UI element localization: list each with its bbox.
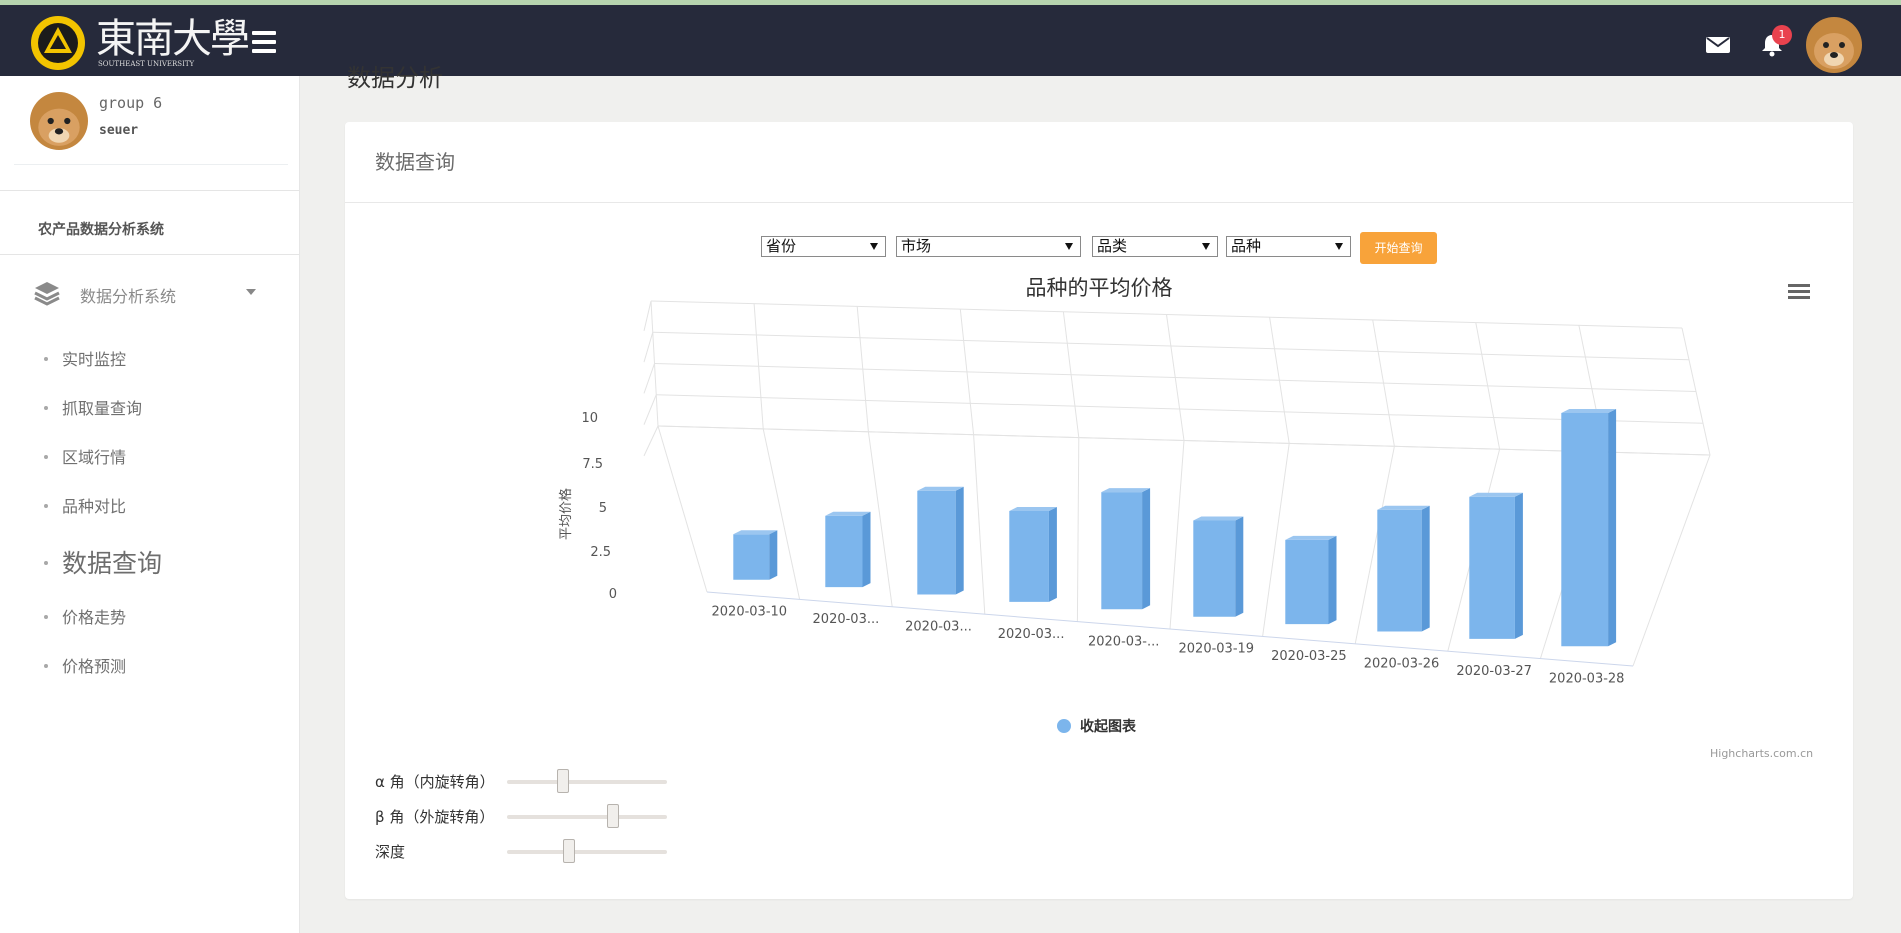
- bar[interactable]: [1193, 516, 1244, 617]
- sidebar-item-label: 数据查询: [62, 549, 163, 578]
- menu-label: 数据分析系统: [80, 287, 177, 306]
- sidebar-item-label: 区域行情: [62, 448, 127, 467]
- sidebar-item-realtime[interactable]: 实时监控: [44, 346, 126, 370]
- gridline: [657, 425, 1711, 456]
- x-tick-label: 2020-03-...: [1088, 634, 1159, 649]
- slider-thumb[interactable]: [563, 839, 576, 863]
- y-axis-label: 平均价格: [558, 488, 574, 540]
- bar[interactable]: [1561, 408, 1617, 647]
- bullet-icon: [44, 663, 48, 668]
- y-tick-label: 5: [599, 501, 607, 516]
- bullet-icon: [44, 561, 48, 565]
- x-tick-label: 2020-03-27: [1456, 664, 1532, 679]
- slider-thumb[interactable]: [557, 769, 569, 793]
- sidebar-item-forecast[interactable]: 价格预测: [44, 653, 126, 677]
- divider: [0, 190, 299, 191]
- x-tick-label: 2020-03-19: [1179, 642, 1255, 657]
- slider-thumb[interactable]: [606, 804, 619, 828]
- y-tick-label: 0: [609, 587, 617, 602]
- bar[interactable]: [917, 486, 964, 595]
- emblem-icon: [31, 16, 85, 70]
- depth-label: 深度: [375, 843, 406, 861]
- beta-slider[interactable]: [507, 804, 667, 828]
- sidebar-item-label: 价格预测: [62, 657, 127, 676]
- notification-badge: 1: [1772, 25, 1792, 45]
- x-tick-label: 2020-03-25: [1271, 649, 1347, 664]
- bar[interactable]: [1101, 488, 1151, 610]
- bar[interactable]: [1009, 507, 1057, 602]
- chevron-down-icon: [246, 289, 256, 295]
- sidebar-item-query[interactable]: 数据查询: [44, 544, 162, 580]
- alpha-slider[interactable]: [507, 769, 667, 793]
- user-role: seuer: [99, 123, 139, 138]
- y-tick-label: 10: [581, 411, 598, 426]
- sidebar-avatar: [30, 92, 88, 150]
- divider: [14, 164, 288, 165]
- y-tick-label: 7.5: [582, 457, 603, 472]
- gridline: [1169, 440, 1185, 630]
- y-tick-label: 2.5: [590, 545, 611, 560]
- chart-credit[interactable]: Highcharts.com.cn: [1710, 747, 1813, 760]
- top-navbar: 東南大學 SOUTHEAST UNIVERSITY 1: [0, 5, 1901, 76]
- sidebar-item-label: 实时监控: [62, 350, 127, 369]
- x-tick-label: 2020-03...: [813, 612, 880, 627]
- depth-slider[interactable]: [507, 839, 667, 863]
- sidebar-item-trend[interactable]: 价格走势: [44, 604, 126, 628]
- gridline: [643, 425, 659, 457]
- page-heading: 数据分析: [347, 64, 443, 92]
- legend-marker: [1057, 719, 1071, 733]
- x-tick-label: 2020-03-28: [1549, 671, 1625, 686]
- gridline: [643, 332, 654, 363]
- gridline: [643, 300, 652, 331]
- x-tick-label: 2020-03...: [998, 627, 1065, 642]
- bullet-icon: [44, 503, 48, 508]
- user-avatar[interactable]: [1806, 17, 1862, 73]
- bar[interactable]: [733, 530, 778, 580]
- sidebar-item-label: 品种对比: [62, 497, 127, 516]
- bullet-icon: [44, 356, 48, 361]
- sidebar-toggle-icon[interactable]: [252, 31, 276, 53]
- bar[interactable]: [1285, 535, 1337, 625]
- bullet-icon: [44, 454, 48, 459]
- logo-text: 東南大學: [96, 16, 250, 62]
- menu-data-analysis[interactable]: 数据分析系统: [34, 278, 270, 308]
- bullet-icon: [44, 614, 48, 619]
- alpha-label: α 角（内旋转角）: [375, 773, 495, 791]
- query-card: 数据查询 省份 市场 品类 品种 开始查询 品种的平均价格 0 2.5 5 7.5 10…: [345, 122, 1853, 899]
- gridline: [643, 363, 655, 394]
- sidebar-item-crawl[interactable]: 抓取量查询: [44, 395, 142, 419]
- bar[interactable]: [1377, 505, 1430, 632]
- sidebar: group 6 seuer 农产品数据分析系统 数据分析系统 实时监控 抓取量查…: [0, 76, 300, 933]
- layers-icon: [34, 282, 60, 306]
- x-tick-label: 2020-03...: [905, 620, 972, 635]
- divider: [0, 254, 299, 255]
- sidebar-item-label: 价格走势: [62, 608, 127, 627]
- x-tick-label: 2020-03-10: [712, 605, 788, 620]
- system-title: 农产品数据分析系统: [38, 222, 164, 238]
- legend-label: 收起图表: [1080, 718, 1137, 735]
- x-tick-label: 2020-03-26: [1364, 657, 1440, 672]
- bullet-icon: [44, 405, 48, 410]
- gridline: [1632, 454, 1711, 667]
- gridline: [973, 434, 986, 615]
- mail-icon[interactable]: [1706, 37, 1730, 53]
- beta-label: β 角（外旋转角）: [375, 808, 495, 826]
- sidebar-item-compare[interactable]: 品种对比: [44, 493, 126, 517]
- bar[interactable]: [825, 511, 871, 588]
- sidebar-item-region[interactable]: 区域行情: [44, 444, 126, 468]
- gridline: [1262, 443, 1290, 637]
- gridline: [1076, 437, 1080, 622]
- gridline: [867, 431, 893, 607]
- gridline: [643, 394, 657, 425]
- logo-subtitle: SOUTHEAST UNIVERSITY: [98, 60, 195, 68]
- sidebar-item-label: 抓取量查询: [62, 399, 143, 418]
- gridline: [657, 425, 708, 593]
- university-logo[interactable]: 東南大學 SOUTHEAST UNIVERSITY: [30, 15, 250, 71]
- bar[interactable]: [1469, 492, 1523, 639]
- user-name: group 6: [99, 94, 163, 112]
